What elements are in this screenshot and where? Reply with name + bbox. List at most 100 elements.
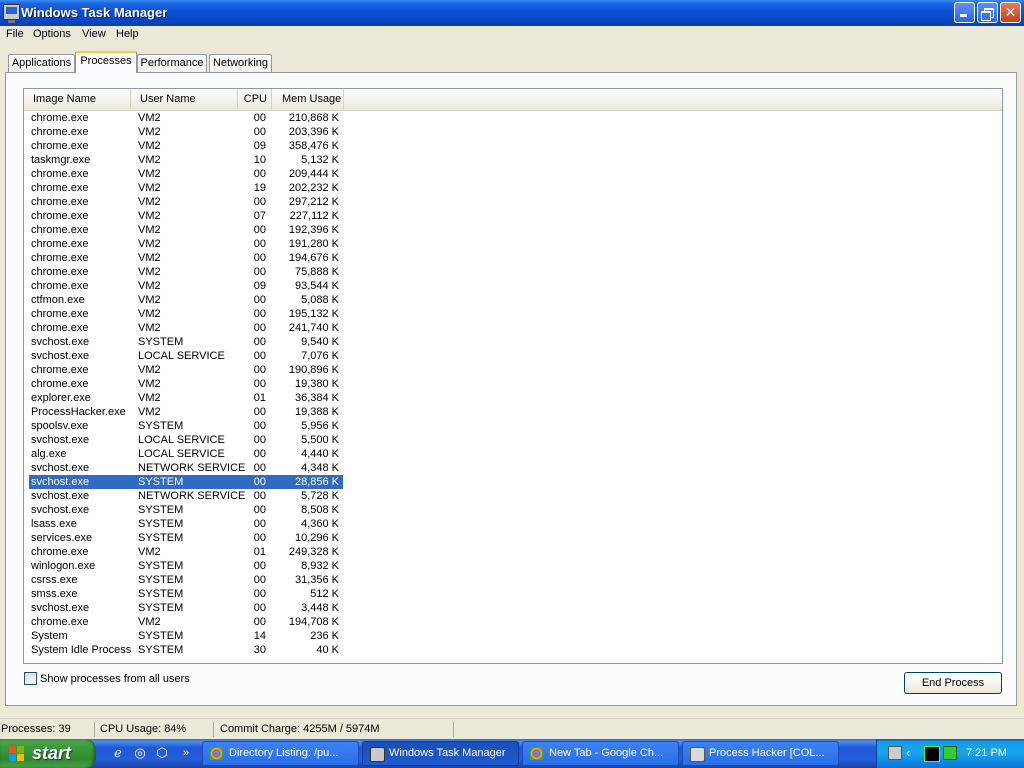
more-quicklaunch-icon[interactable]: » (178, 745, 194, 761)
process-mem: 28,856 K (294, 476, 339, 488)
table-row[interactable]: taskmgr.exe VM2 10 5,132 K (29, 153, 343, 167)
close-button[interactable]: ✕ (1000, 2, 1021, 23)
end-process-button[interactable]: End Process (904, 672, 1002, 694)
task-manager-tray-icon[interactable] (943, 746, 957, 760)
restore-button[interactable] (977, 2, 998, 23)
table-row[interactable]: chrome.exe VM2 00 191,280 K (29, 237, 343, 251)
process-list[interactable]: Image Name User Name CPU Mem Usage chrom… (23, 88, 1003, 664)
table-row[interactable]: chrome.exe VM2 00 194,676 K (29, 251, 343, 265)
table-row[interactable]: chrome.exe VM2 01 249,328 K (29, 545, 343, 559)
table-row[interactable]: chrome.exe VM2 00 297,212 K (29, 195, 343, 209)
process-mem: 10,296 K (294, 532, 339, 544)
table-row[interactable]: chrome.exe VM2 00 210,868 K (29, 111, 343, 125)
table-row[interactable]: ctfmon.exe VM2 00 5,088 K (29, 293, 343, 307)
table-row[interactable]: svchost.exe SYSTEM 00 8,508 K (29, 503, 343, 517)
title-bar[interactable]: Windows Task Manager ✕ (0, 0, 1024, 26)
table-row[interactable]: winlogon.exe SYSTEM 00 8,932 K (29, 559, 343, 573)
menu-view[interactable]: View (82, 28, 106, 40)
process-name: alg.exe (31, 448, 67, 460)
internet-explorer-icon[interactable]: ℯ (110, 745, 126, 761)
process-user: VM2 (138, 378, 161, 390)
process-name: System (31, 630, 68, 642)
window-title: Windows Task Manager (21, 5, 168, 20)
table-row[interactable]: services.exe SYSTEM 00 10,296 K (29, 531, 343, 545)
table-row[interactable]: chrome.exe VM2 00 203,396 K (29, 125, 343, 139)
table-row[interactable]: chrome.exe VM2 00 190,896 K (29, 363, 343, 377)
process-cpu: 00 (253, 322, 266, 334)
tab-applications[interactable]: Applications (8, 54, 75, 72)
taskbar-item-process-hacker[interactable]: Process Hacker [COL... (682, 741, 839, 766)
table-row[interactable]: lsass.exe SYSTEM 00 4,360 K (29, 517, 343, 531)
taskbar-item-new-tab[interactable]: New Tab - Google Ch... (522, 741, 679, 766)
process-name: chrome.exe (31, 126, 89, 138)
table-row[interactable]: csrss.exe SYSTEM 00 31,356 K (29, 573, 343, 587)
table-row[interactable]: svchost.exe SYSTEM 00 3,448 K (29, 601, 343, 615)
table-row[interactable]: svchost.exe LOCAL SERVICE 00 7,076 K (29, 349, 343, 363)
table-row[interactable]: chrome.exe VM2 19 202,232 K (29, 181, 343, 195)
process-user: SYSTEM (138, 602, 184, 614)
table-row[interactable]: svchost.exe NETWORK SERVICE 00 5,728 K (29, 489, 343, 503)
table-row[interactable]: svchost.exe NETWORK SERVICE 00 4,348 K (29, 461, 343, 475)
table-row[interactable]: chrome.exe VM2 00 195,132 K (29, 307, 343, 321)
collapse-tray-icon[interactable]: ‹ (906, 746, 920, 760)
column-mem-usage[interactable]: Mem Usage (272, 89, 344, 109)
show-all-users-checkbox[interactable] (24, 672, 37, 685)
process-user: NETWORK SERVICE (138, 462, 246, 474)
process-mem: 5,088 K (301, 294, 339, 306)
table-row[interactable]: chrome.exe VM2 00 209,444 K (29, 167, 343, 181)
process-user: VM2 (138, 322, 161, 334)
close-icon: ✕ (1004, 4, 1017, 20)
table-row[interactable]: chrome.exe VM2 09 93,544 K (29, 279, 343, 293)
process-user: VM2 (138, 364, 161, 376)
menu-help[interactable]: Help (116, 28, 139, 40)
menu-options[interactable]: Options (33, 28, 71, 40)
taskbar-item-directory-listing[interactable]: Directory Listing: /pu... (202, 741, 359, 766)
process-cpu: 09 (253, 280, 266, 292)
table-row[interactable]: chrome.exe VM2 00 241,740 K (29, 321, 343, 335)
process-cpu: 00 (253, 420, 266, 432)
keyboard-icon[interactable] (888, 746, 902, 760)
menu-file[interactable]: File (6, 28, 24, 40)
process-user: VM2 (138, 546, 161, 558)
table-row[interactable]: explorer.exe VM2 01 36,384 K (29, 391, 343, 405)
process-name: csrss.exe (31, 574, 78, 586)
table-row[interactable]: smss.exe SYSTEM 00 512 K (29, 587, 343, 601)
show-all-users-label[interactable]: Show processes from all users (40, 673, 190, 685)
table-row[interactable]: chrome.exe VM2 00 19,380 K (29, 377, 343, 391)
table-row[interactable]: svchost.exe SYSTEM 00 9,540 K (29, 335, 343, 349)
table-row[interactable]: chrome.exe VM2 09 358,476 K (29, 139, 343, 153)
tab-networking[interactable]: Networking (209, 54, 272, 72)
process-mem: 19,380 K (294, 378, 339, 390)
table-row[interactable]: ProcessHacker.exe VM2 00 19,388 K (29, 405, 343, 419)
table-row[interactable]: spoolsv.exe SYSTEM 00 5,956 K (29, 419, 343, 433)
chrome-quicklaunch-icon[interactable]: ◎ (132, 745, 148, 761)
process-name: lsass.exe (31, 518, 77, 530)
process-name: services.exe (31, 532, 93, 544)
tab-processes[interactable]: Processes (75, 51, 137, 73)
process-name: System Idle Process (31, 644, 132, 656)
3d-box-icon[interactable]: ⬡ (154, 745, 170, 761)
table-row[interactable]: chrome.exe VM2 00 75,888 K (29, 265, 343, 279)
clock[interactable]: 7:21 PM (966, 739, 1007, 768)
cpu-graph-icon[interactable] (924, 746, 940, 762)
table-row[interactable]: chrome.exe VM2 07 227,112 K (29, 209, 343, 223)
table-row[interactable]: System Idle Process SYSTEM 30 40 K (29, 643, 343, 657)
taskbar-item-task-manager[interactable]: Windows Task Manager (362, 741, 519, 766)
start-button[interactable]: start (0, 739, 96, 768)
process-user: VM2 (138, 154, 161, 166)
table-row[interactable]: chrome.exe VM2 00 194,708 K (29, 615, 343, 629)
process-mem: 249,328 K (288, 546, 339, 558)
column-cpu[interactable]: CPU (238, 89, 272, 109)
table-row[interactable]: svchost.exe LOCAL SERVICE 00 5,500 K (29, 433, 343, 447)
table-row[interactable]: svchost.exe SYSTEM 00 28,856 K (29, 475, 343, 489)
minimize-button[interactable] (954, 2, 975, 23)
table-row[interactable]: alg.exe LOCAL SERVICE 00 4,440 K (29, 447, 343, 461)
column-user-name[interactable]: User Name (131, 89, 238, 109)
table-row[interactable]: System SYSTEM 14 236 K (29, 629, 343, 643)
process-name: spoolsv.exe (31, 420, 89, 432)
process-cpu: 00 (253, 588, 266, 600)
process-mem: 210,868 K (288, 112, 339, 124)
table-row[interactable]: chrome.exe VM2 00 192,396 K (29, 223, 343, 237)
column-image-name[interactable]: Image Name (24, 89, 131, 109)
tab-performance[interactable]: Performance (137, 54, 207, 72)
